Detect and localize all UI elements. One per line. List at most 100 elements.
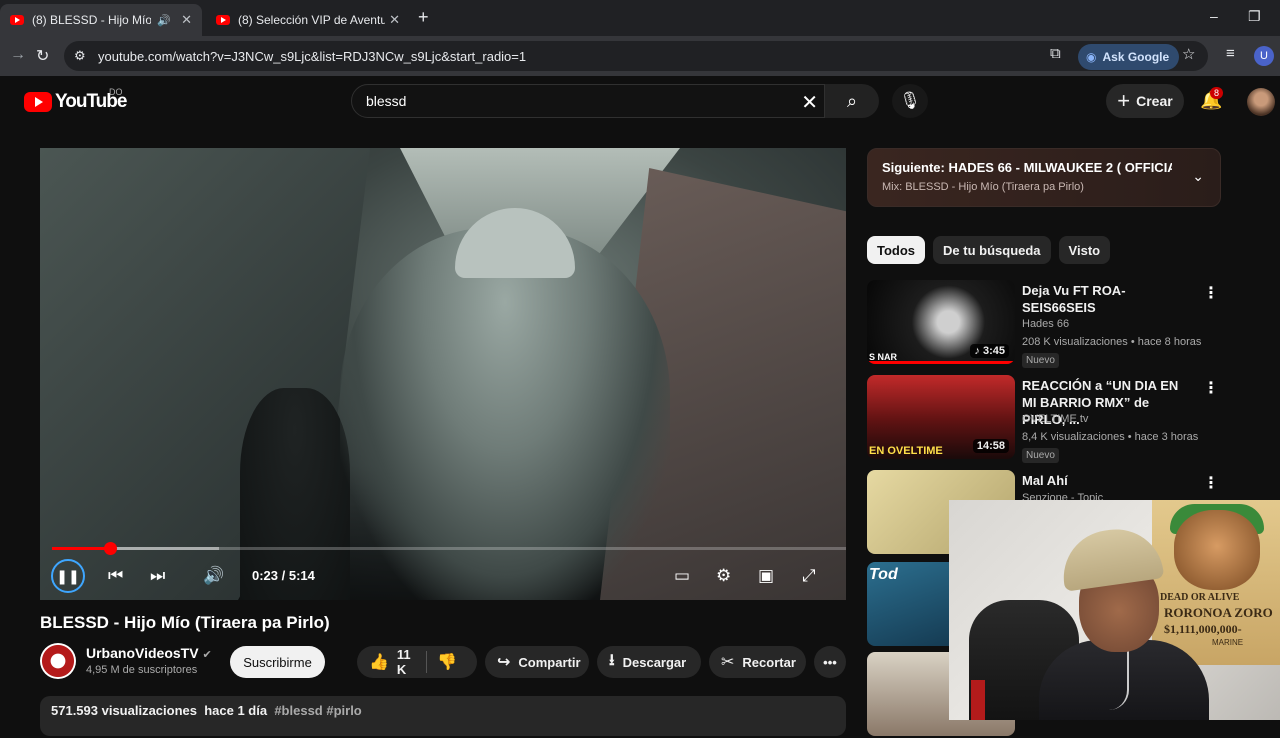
search-input[interactable]: blessd ✕ [351, 84, 825, 118]
chevron-down-icon[interactable]: ⌄ [1192, 168, 1204, 185]
youtube-favicon-icon [216, 15, 230, 25]
theater-mode-icon[interactable]: ▣ [758, 566, 774, 586]
create-button[interactable]: + Crear [1106, 84, 1184, 118]
speaker-icon[interactable]: 🔊 [157, 14, 171, 27]
filter-chips: Todos De tu búsqueda Visto [867, 236, 1111, 264]
subscribe-label: Suscribirme [243, 654, 312, 670]
recommendation-channel[interactable]: Hades 66 [1022, 318, 1069, 330]
video-player[interactable] [40, 148, 846, 600]
volume-icon[interactable]: 🔊 [203, 566, 224, 586]
close-tab-icon[interactable]: ✕ [389, 12, 400, 28]
minimize-icon[interactable]: – [1210, 8, 1218, 24]
hashtags[interactable]: #blessd #pirlo [274, 703, 361, 718]
youtube-favicon-icon [10, 15, 24, 25]
chip-de-tu-busqueda[interactable]: De tu búsqueda [933, 236, 1051, 264]
search-query: blessd [366, 93, 407, 109]
create-label: Crear [1136, 93, 1173, 109]
clear-search-icon[interactable]: ✕ [801, 90, 818, 115]
more-actions-button[interactable]: ••• [814, 646, 846, 678]
install-app-icon[interactable]: ⧉ [1050, 45, 1061, 62]
recommendation-channel[interactable]: OVELTIME tv [1022, 413, 1088, 425]
country-code: DO [109, 87, 123, 97]
browser-tab[interactable]: (8) Selección VIP de Aventura | ✕ [206, 4, 410, 36]
up-next-panel[interactable]: Siguiente: HADES 66 - MILWAUKEE 2 ( OFFI… [867, 148, 1221, 207]
like-count[interactable]: 11 K [397, 647, 416, 677]
channel-name[interactable]: UrbanoVideosTV ✔ [86, 645, 212, 661]
search-icon: ⌕ [846, 90, 858, 111]
recommendation-title[interactable]: Mal Ahí [1022, 472, 1192, 489]
chip-visto[interactable]: Visto [1058, 236, 1111, 264]
progress-bar[interactable] [52, 542, 846, 555]
chip-todos[interactable]: Todos [867, 236, 926, 264]
media-control-icon[interactable]: ≡ [1226, 45, 1235, 62]
restore-icon[interactable]: ❐ [1248, 8, 1261, 25]
voice-search-button[interactable]: 🎙 [892, 84, 928, 118]
more-vertical-icon[interactable]: ⋮ [1203, 283, 1219, 303]
account-avatar[interactable] [1247, 88, 1275, 116]
more-horizontal-icon: ••• [823, 654, 837, 670]
browser-toolbar: → ↻ ⚙ youtube.com/watch?v=J3NCw_s9Ljc&li… [0, 36, 1280, 76]
up-next-title: Siguiente: HADES 66 - MILWAUKEE 2 ( OFFI… [882, 160, 1172, 175]
like-icon[interactable]: 👍 [369, 652, 389, 672]
download-icon: ⭳ [609, 651, 615, 669]
reload-icon[interactable]: ↻ [36, 46, 49, 66]
site-info-icon[interactable]: ⚙ [74, 48, 94, 64]
browser-tab-active[interactable]: (8) BLESSD - Hijo Mío (Tirae 🔊 ✕ [0, 4, 202, 36]
search-button[interactable]: ⌕ [825, 84, 879, 118]
subtitles-icon[interactable]: ▭ [674, 566, 690, 586]
poster-dead-or-alive: DEAD OR ALIVE [1160, 592, 1240, 603]
tab-title: (8) BLESSD - Hijo Mío (Tirae [32, 13, 152, 27]
video-thumbnail[interactable]: EN OVELTIME 14:58 [867, 375, 1015, 459]
poster-face [1174, 510, 1260, 590]
dislike-icon[interactable]: 👎 [437, 652, 457, 672]
back-icon[interactable]: → [10, 46, 26, 64]
ask-google-label: Ask Google [1102, 50, 1170, 64]
chair-accent [971, 680, 985, 720]
list-item[interactable]: S NAR ♪ 3:45 Deja Vu FT ROA- SEIS66SEIS … [867, 280, 1221, 368]
download-button[interactable]: ⭳ Descargar [597, 646, 701, 678]
scrubber-handle[interactable] [103, 542, 117, 555]
clip-button[interactable]: ✂ Recortar [709, 646, 806, 678]
browser-profile-avatar[interactable]: U [1254, 46, 1274, 66]
ask-google-button[interactable]: ◉ Ask Google [1078, 44, 1180, 70]
address-bar[interactable]: ⚙ youtube.com/watch?v=J3NCw_s9Ljc&list=R… [64, 41, 1208, 71]
previous-icon[interactable]: ⏮ [108, 566, 123, 586]
tab-title: (8) Selección VIP de Aventura | [238, 13, 386, 27]
youtube-play-icon [24, 92, 52, 112]
settings-gear-icon[interactable]: ⚙ [716, 566, 731, 586]
download-label: Descargar [622, 654, 687, 670]
more-vertical-icon[interactable]: ⋮ [1203, 378, 1219, 398]
youtube-logo[interactable]: YouTube DO [24, 87, 127, 113]
subscribe-button[interactable]: Suscribirme [230, 646, 325, 678]
poster-name: RORONOA ZORO [1164, 605, 1273, 620]
google-lens-icon: ◉ [1086, 50, 1097, 64]
more-vertical-icon[interactable]: ⋮ [1203, 473, 1219, 493]
fullscreen-icon[interactable]: ⤢ [802, 566, 816, 586]
next-icon[interactable]: ⏭ [150, 566, 165, 586]
notification-badge: 8 [1210, 87, 1224, 99]
bookmark-star-icon[interactable]: ☆ [1182, 45, 1195, 63]
played-bar [52, 547, 110, 550]
video-thumbnail[interactable]: S NAR ♪ 3:45 [867, 280, 1015, 364]
pause-button[interactable]: ❚❚ [51, 559, 85, 593]
new-tab-icon[interactable]: + [418, 7, 429, 28]
duration-badge: ♪ 3:45 [970, 344, 1009, 358]
recommendation-title[interactable]: Deja Vu FT ROA- SEIS66SEIS [1022, 282, 1192, 316]
video-frame-artist [340, 228, 670, 600]
webcam-overlay: DEAD OR ALIVE RORONOA ZORO $1,111,000,00… [949, 500, 1280, 720]
recommendation-meta: 8,4 K visualizaciones • hace 3 horas [1022, 431, 1199, 443]
subscriber-count: 4,95 M de suscriptores [86, 664, 198, 676]
watched-progress [867, 361, 1015, 364]
thumbnail-text: Tod [869, 566, 898, 583]
verified-icon: ✔ [202, 649, 212, 661]
description-box[interactable]: 571.593 visualizaciones hace 1 día #bles… [40, 696, 846, 736]
share-icon: ↪ [497, 654, 511, 671]
mix-title: Mix: BLESSD - Hijo Mío (Tiraera pa Pirlo… [882, 181, 1084, 193]
close-tab-icon[interactable]: ✕ [181, 12, 192, 28]
notifications-button[interactable]: 🔔 8 [1200, 87, 1224, 111]
list-item[interactable]: EN OVELTIME 14:58 REACCIÓN a “UN DIA EN … [867, 375, 1221, 463]
clip-label: Recortar [742, 654, 796, 670]
share-button[interactable]: ↪ Compartir [485, 646, 589, 678]
channel-avatar[interactable] [40, 643, 76, 679]
divider [426, 651, 428, 673]
